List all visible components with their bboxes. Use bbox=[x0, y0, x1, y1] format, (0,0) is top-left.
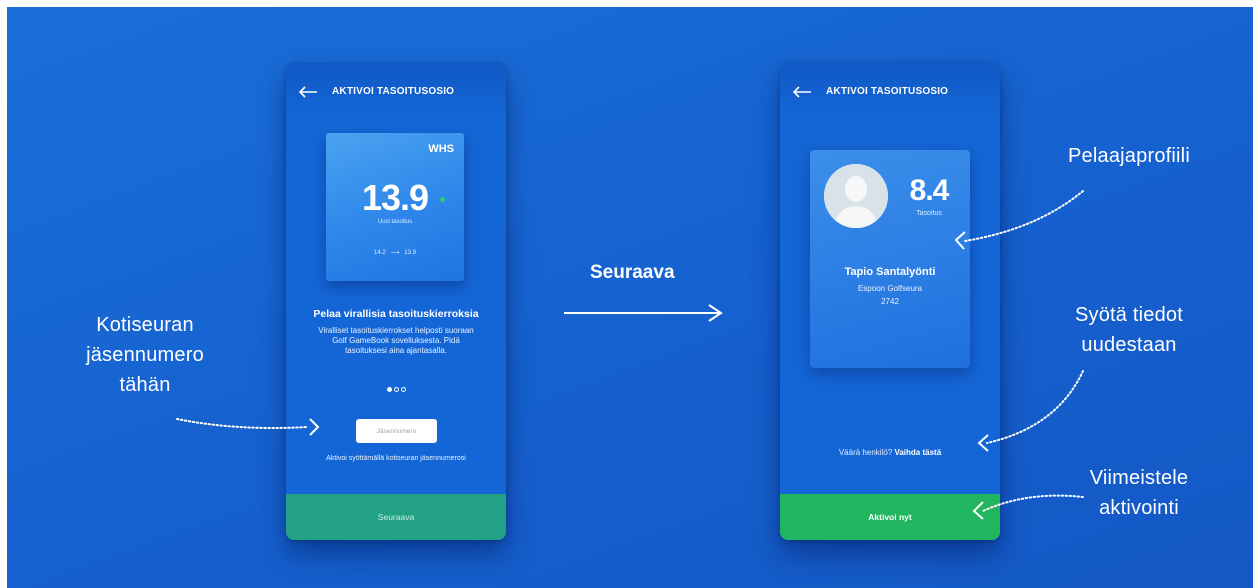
avatar bbox=[824, 164, 888, 228]
onboarding-body: Viralliset tasoituskierrokset helposti s… bbox=[318, 326, 474, 355]
left-phone-screen: AKTIVOI TASOITUSOSIO WHS 13.9 Uusi tasoi… bbox=[286, 63, 506, 540]
next-arrow-icon bbox=[564, 304, 723, 322]
whs-handicap-card: WHS 13.9 Uusi tasoitus 14.2 ⟶ 13.9 bbox=[326, 133, 464, 281]
annotation-line: uudestaan bbox=[1081, 334, 1177, 356]
annotation-finish: Viimeistele aktivointi bbox=[1059, 463, 1219, 523]
handicap-from: 14.2 bbox=[374, 250, 386, 256]
handicap-change: 14.2 ⟶ 13.9 bbox=[326, 249, 464, 256]
change-person-link[interactable]: Vaihda tästä bbox=[894, 448, 941, 457]
activate-now-button[interactable]: Aktivoi nyt bbox=[780, 494, 1000, 540]
member-number-hint: Aktivoi syöttämällä kotiseuran jäsennume… bbox=[326, 455, 466, 462]
person-silhouette-icon bbox=[824, 164, 888, 228]
player-member-number: 2742 bbox=[881, 297, 899, 306]
player-club: Espoon Golfseura bbox=[857, 284, 923, 293]
next-button[interactable]: Seuraava bbox=[286, 494, 506, 540]
annotation-line: aktivointi bbox=[1099, 497, 1179, 519]
player-name: Tapio Santalyönti bbox=[844, 266, 936, 278]
annotation-player-profile: Pelaajaprofiili bbox=[1049, 141, 1209, 171]
arrow-right-icon: ⟶ bbox=[390, 250, 400, 256]
page-indicator[interactable] bbox=[286, 387, 506, 392]
wrong-person-text: Väärä henkilö? bbox=[838, 448, 893, 457]
annotation-line: Pelaajaprofiili bbox=[1068, 145, 1190, 167]
back-arrow-icon[interactable] bbox=[298, 85, 318, 99]
screen-title: AKTIVOI TASOITUSOSIO bbox=[826, 86, 949, 97]
whs-label: WHS bbox=[428, 143, 454, 155]
wrong-person-row: Väärä henkilö? Vaihda tästä bbox=[780, 448, 1000, 457]
player-profile-card: 8.4 Tasoitus Tapio Santalyönti Espoon Go… bbox=[810, 150, 970, 368]
page-dot[interactable] bbox=[400, 387, 406, 392]
screen-title: AKTIVOI TASOITUSOSIO bbox=[332, 86, 455, 97]
annotation-line: Kotiseuran bbox=[96, 314, 194, 336]
annotation-line: Viimeistele bbox=[1089, 467, 1189, 489]
member-number-input[interactable] bbox=[356, 419, 437, 443]
screen-header: AKTIVOI TASOITUSOSIO bbox=[286, 63, 506, 115]
presentation-canvas: AKTIVOI TASOITUSOSIO WHS 13.9 Uusi tasoi… bbox=[7, 7, 1253, 588]
page-dot[interactable] bbox=[393, 387, 399, 392]
annotation-next: Seuraava bbox=[590, 262, 675, 283]
screen-header: AKTIVOI TASOITUSOSIO bbox=[780, 63, 1000, 115]
annotation-line: jäsennumero bbox=[86, 344, 204, 366]
status-dot-icon bbox=[440, 197, 445, 202]
back-arrow-icon[interactable] bbox=[792, 85, 812, 99]
annotation-line: tähän bbox=[119, 374, 171, 396]
new-handicap-label: Uusi tasoitus bbox=[377, 219, 413, 225]
handicap-label: Tasoitus bbox=[916, 210, 942, 217]
annotation-reenter: Syötä tiedot uudestaan bbox=[1049, 300, 1209, 360]
onboarding-heading: Pelaa virallisia tasoituskierroksia bbox=[313, 308, 479, 320]
right-phone-screen: AKTIVOI TASOITUSOSIO 8.4 Tasoitus Tapio … bbox=[780, 63, 1000, 540]
page-dot[interactable] bbox=[386, 387, 392, 392]
handicap-to: 13.9 bbox=[404, 250, 416, 256]
handicap-value: 8.4 bbox=[909, 174, 950, 207]
annotation-line: Syötä tiedot bbox=[1074, 304, 1184, 326]
annotation-member-number: Kotiseuran jäsennumero tähän bbox=[65, 310, 225, 400]
